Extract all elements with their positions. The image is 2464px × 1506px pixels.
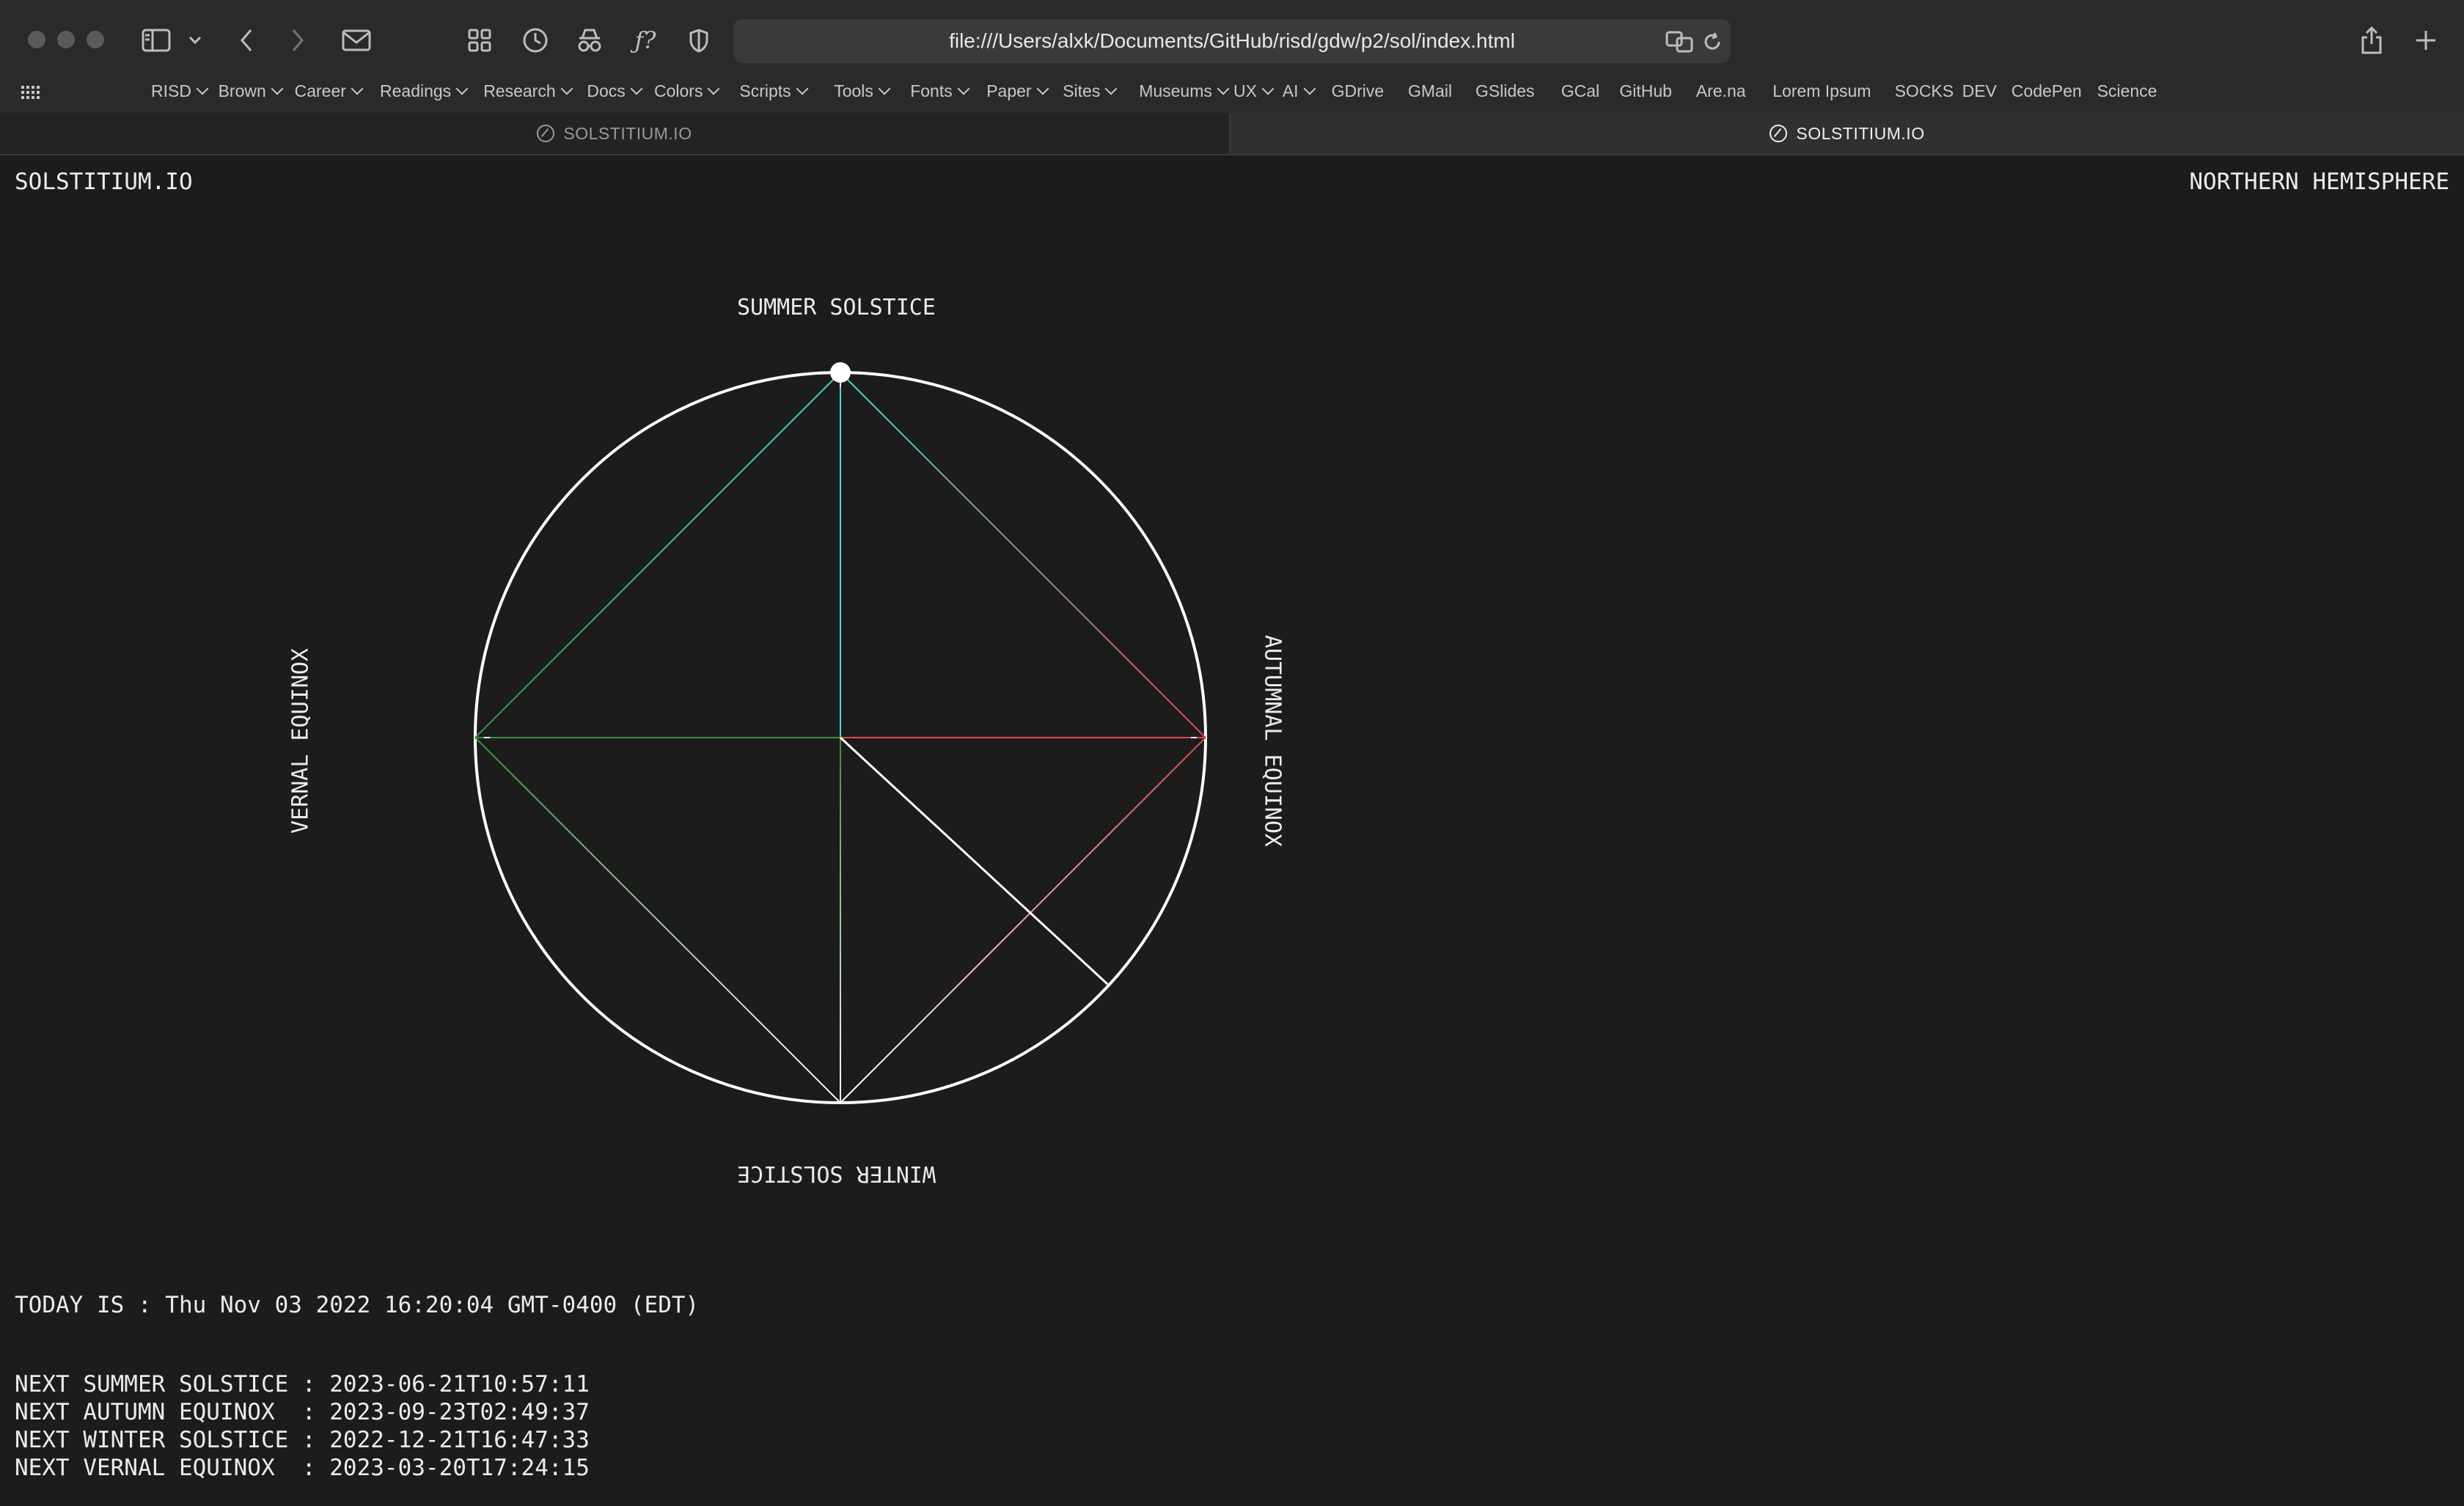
next-summer-solstice: NEXT SUMMER SOLSTICE : 2023-06-21T10:57:… xyxy=(15,1371,590,1397)
vernal-equinox-label: VERNAL EQUINOX xyxy=(287,648,314,834)
next-events-list: NEXT SUMMER SOLSTICE : 2023-06-21T10:57:… xyxy=(15,1370,590,1482)
sun-position-marker xyxy=(830,362,851,383)
next-vernal-equinox: NEXT VERNAL EQUINOX : 2023-03-20T17:24:1… xyxy=(15,1455,590,1481)
current-date-hand xyxy=(839,736,1109,985)
summer-vernal-chord xyxy=(474,372,841,738)
winter-solstice-label: WINTER SOLSTICE xyxy=(737,1161,936,1186)
autumn-winter-chord xyxy=(840,737,1206,1103)
autumnal-equinox-label: AUTUMNAL EQUINOX xyxy=(1259,635,1286,847)
season-diagram xyxy=(474,362,1207,1104)
next-winter-solstice: NEXT WINTER SOLSTICE : 2022-12-21T16:47:… xyxy=(15,1427,590,1453)
vernal-winter-chord xyxy=(474,737,841,1103)
next-autumn-equinox: NEXT AUTUMN EQUINOX : 2023-09-23T02:49:3… xyxy=(15,1399,590,1425)
summer-solstice-label: SUMMER SOLSTICE xyxy=(737,295,936,320)
summer-autumn-chord xyxy=(840,372,1206,738)
today-date: TODAY IS : Thu Nov 03 2022 16:20:04 GMT-… xyxy=(15,1292,700,1318)
